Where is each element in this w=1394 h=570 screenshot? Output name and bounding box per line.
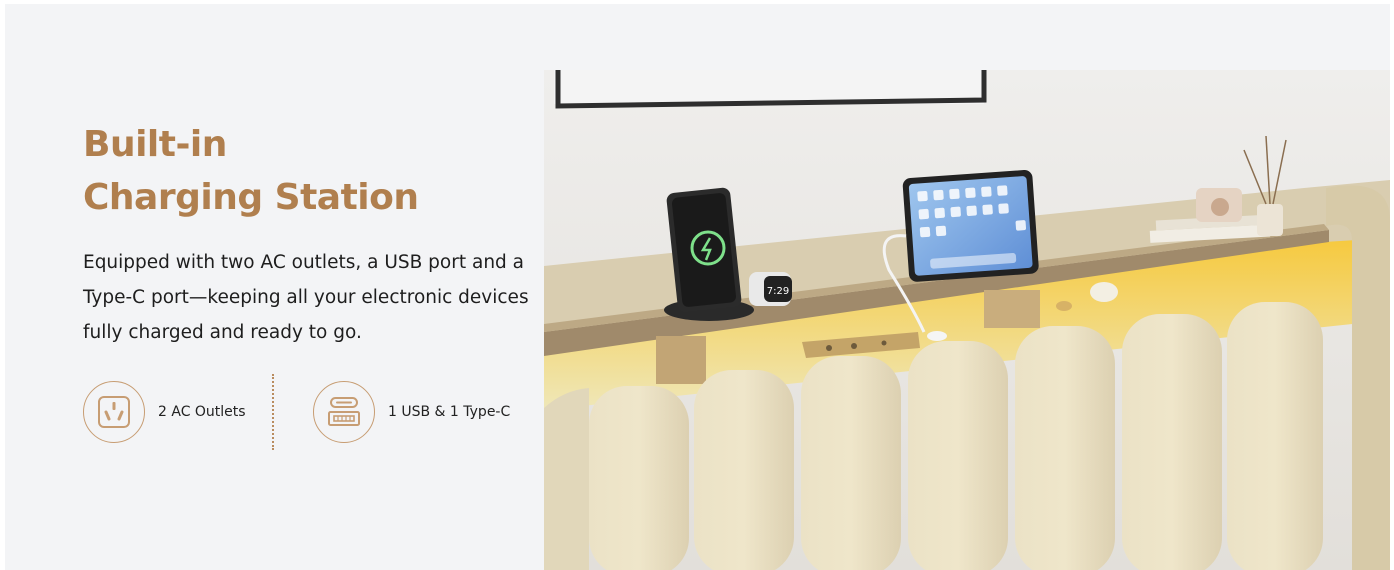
section-title: Built-in Charging Station xyxy=(83,118,419,224)
ac-outlet-icon xyxy=(83,381,145,443)
feature-usb-ports: 1 USB & 1 Type-C xyxy=(313,378,510,446)
feature-banner: Built-in Charging Station Equipped with … xyxy=(5,4,1390,570)
usb-port-icon xyxy=(313,381,375,443)
section-title-line-1: Built-in xyxy=(83,124,227,165)
feature-ac-outlets: 2 AC Outlets xyxy=(83,378,246,446)
feature-label-ac: 2 AC Outlets xyxy=(158,404,246,420)
section-title-line-2: Charging Station xyxy=(83,177,419,218)
section-description: Equipped with two AC outlets, a USB port… xyxy=(83,252,529,343)
feature-divider xyxy=(272,374,274,450)
feature-label-usb: 1 USB & 1 Type-C xyxy=(388,404,511,420)
watch-time-display: 7:29 xyxy=(767,286,789,297)
product-photo: 7:29 xyxy=(544,70,1390,570)
